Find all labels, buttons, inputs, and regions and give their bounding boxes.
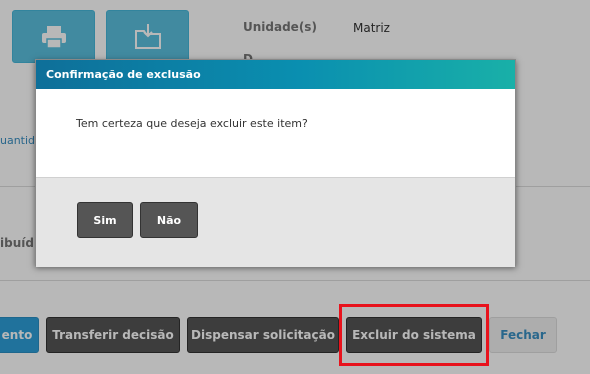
no-button[interactable]: Não: [140, 202, 198, 238]
yes-button[interactable]: Sim: [77, 202, 133, 238]
dialog-header: Confirmação de exclusão: [36, 60, 515, 89]
dialog-message: Tem certeza que deseja excluir este item…: [76, 117, 308, 130]
dialog-footer: Sim Não: [36, 177, 515, 267]
delete-confirmation-dialog: Confirmação de exclusão Tem certeza que …: [35, 59, 516, 267]
dialog-title: Confirmação de exclusão: [46, 68, 201, 81]
highlight-box: [339, 304, 489, 366]
no-label: Não: [156, 213, 182, 227]
yes-label: Sim: [93, 213, 117, 227]
dialog-body: Tem certeza que deseja excluir este item…: [36, 89, 515, 177]
